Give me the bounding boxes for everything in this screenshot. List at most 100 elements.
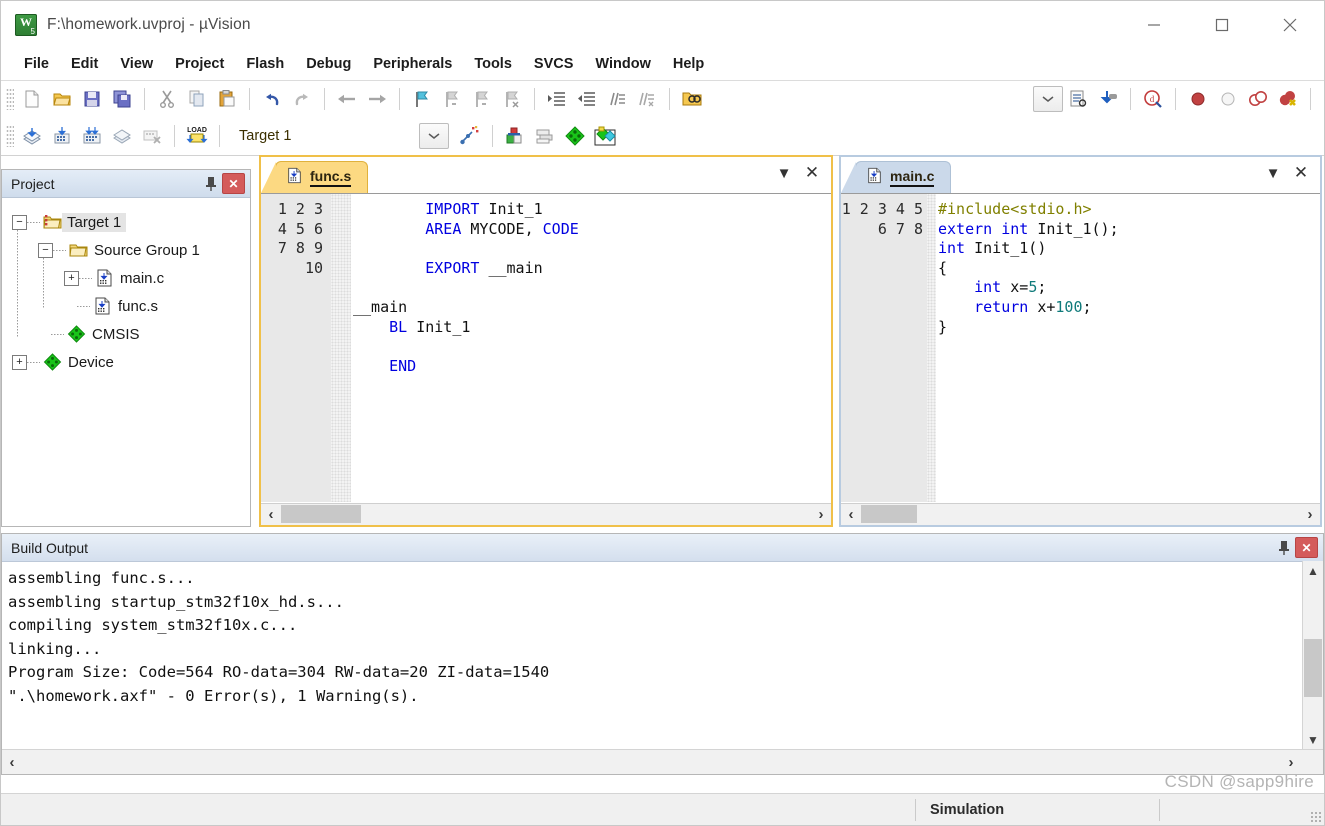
- tree-node-device[interactable]: + Device: [10, 348, 250, 376]
- scroll-down-arrow[interactable]: ▼: [1303, 730, 1323, 749]
- tab-main-c[interactable]: main.c: [840, 161, 952, 193]
- download-to-flash-icon[interactable]: LOAD: [182, 121, 212, 151]
- chevron-down-icon[interactable]: ▼: [1260, 161, 1286, 185]
- scroll-left-arrow[interactable]: ‹: [261, 504, 281, 525]
- scroll-thumb[interactable]: [861, 505, 917, 523]
- expander-plus[interactable]: +: [64, 270, 79, 286]
- scroll-left-arrow[interactable]: ‹: [841, 504, 861, 525]
- bookmark-prev-icon[interactable]: [437, 84, 467, 114]
- build-target-icon[interactable]: [47, 121, 77, 151]
- navigate-forward-icon[interactable]: [362, 84, 392, 114]
- close-button[interactable]: [1256, 1, 1324, 48]
- save-all-icon[interactable]: [107, 84, 137, 114]
- horizontal-scrollbar-func-s[interactable]: ‹ ›: [261, 503, 831, 525]
- bookmark-toggle-icon[interactable]: [407, 84, 437, 114]
- uncomment-icon[interactable]: [632, 84, 662, 114]
- scroll-right-arrow[interactable]: ›: [1300, 504, 1320, 525]
- paste-icon[interactable]: [212, 84, 242, 114]
- menu-peripherals[interactable]: Peripherals: [362, 52, 463, 76]
- comment-icon[interactable]: [602, 84, 632, 114]
- copy-icon[interactable]: [182, 84, 212, 114]
- batch-build-icon[interactable]: [107, 121, 137, 151]
- manage-multi-project-icon[interactable]: [530, 121, 560, 151]
- scroll-right-arrow[interactable]: ›: [1281, 752, 1301, 773]
- scroll-track[interactable]: [22, 752, 1281, 773]
- close-icon[interactable]: ✕: [1295, 537, 1318, 558]
- scroll-up-arrow[interactable]: ▲: [1303, 561, 1323, 580]
- build-output-horizontal-scrollbar[interactable]: ‹ ›: [2, 749, 1323, 774]
- find-in-files-icon[interactable]: [677, 84, 707, 114]
- scroll-track[interactable]: [281, 504, 811, 525]
- toolbar-grip[interactable]: [6, 125, 14, 147]
- bookmark-clear-icon[interactable]: [497, 84, 527, 114]
- expander-minus[interactable]: −: [12, 214, 27, 230]
- save-icon[interactable]: [77, 84, 107, 114]
- menu-project[interactable]: Project: [164, 52, 235, 76]
- bookmark-next-icon[interactable]: [467, 84, 497, 114]
- kill-all-breakpoints-icon[interactable]: [1243, 84, 1273, 114]
- tab-func-s[interactable]: func.s: [260, 161, 369, 193]
- navigate-back-icon[interactable]: [332, 84, 362, 114]
- rebuild-all-icon[interactable]: [77, 121, 107, 151]
- target-options-icon[interactable]: [455, 121, 485, 151]
- build-output-text[interactable]: assembling func.s... assembling startup_…: [2, 561, 1302, 749]
- scroll-right-arrow[interactable]: ›: [811, 504, 831, 525]
- pack-installer-icon[interactable]: [590, 121, 620, 151]
- menu-view[interactable]: View: [109, 52, 164, 76]
- open-file-icon[interactable]: [47, 84, 77, 114]
- debug-target-dropdown[interactable]: [1033, 86, 1063, 112]
- minimize-button[interactable]: [1120, 1, 1188, 48]
- tree-node-target-1[interactable]: − Target 1: [10, 208, 250, 236]
- menu-flash[interactable]: Flash: [235, 52, 295, 76]
- redo-icon[interactable]: [287, 84, 317, 114]
- scroll-left-arrow[interactable]: ‹: [2, 752, 22, 773]
- tree-node-main-c[interactable]: + main.c: [10, 264, 250, 292]
- translate-file-icon[interactable]: [17, 121, 47, 151]
- menu-window[interactable]: Window: [584, 52, 661, 76]
- menu-tools[interactable]: Tools: [463, 52, 523, 76]
- indent-icon[interactable]: [542, 84, 572, 114]
- tree-node-cmsis[interactable]: CMSIS: [10, 320, 250, 348]
- menu-edit[interactable]: Edit: [60, 52, 109, 76]
- scroll-thumb[interactable]: [281, 505, 361, 523]
- menu-svcs[interactable]: SVCS: [523, 52, 585, 76]
- toolbar-grip[interactable]: [6, 88, 14, 110]
- code-area-func-s[interactable]: 1 2 3 4 5 6 7 8 9 10 IMPORT Init_1 AREA …: [261, 194, 831, 502]
- stop-build-icon[interactable]: [137, 121, 167, 151]
- undo-icon[interactable]: [257, 84, 287, 114]
- chevron-down-icon[interactable]: ▼: [771, 161, 797, 185]
- maximize-button[interactable]: [1188, 1, 1256, 48]
- code-area-main-c[interactable]: 1 2 3 4 5 6 7 8 #include<stdio.h> extern…: [841, 194, 1320, 502]
- new-file-icon[interactable]: [17, 84, 47, 114]
- manage-runtime-env-icon[interactable]: [560, 121, 590, 151]
- start-debug-icon[interactable]: d: [1138, 84, 1168, 114]
- close-icon[interactable]: ✕: [1288, 161, 1314, 185]
- scroll-track[interactable]: [861, 504, 1300, 525]
- cut-icon[interactable]: [152, 84, 182, 114]
- build-output-vertical-scrollbar[interactable]: ▲ ▼: [1302, 561, 1323, 749]
- outdent-icon[interactable]: [572, 84, 602, 114]
- manage-project-items-icon[interactable]: [500, 121, 530, 151]
- close-icon[interactable]: ✕: [799, 161, 825, 185]
- tree-node-func-s[interactable]: func.s: [10, 292, 250, 320]
- pin-icon[interactable]: [200, 173, 222, 194]
- code-text-func-s[interactable]: IMPORT Init_1 AREA MYCODE, CODE EXPORT _…: [351, 194, 831, 502]
- target-selector[interactable]: Target 1: [235, 123, 449, 149]
- pin-icon[interactable]: [1273, 537, 1295, 558]
- menu-debug[interactable]: Debug: [295, 52, 362, 76]
- code-text-main-c[interactable]: #include<stdio.h> extern int Init_1(); i…: [936, 194, 1320, 502]
- expander-plus[interactable]: +: [12, 354, 27, 370]
- menu-file[interactable]: File: [13, 52, 60, 76]
- disable-all-breakpoints-icon[interactable]: [1273, 84, 1303, 114]
- debug-settings-icon[interactable]: [1063, 84, 1093, 114]
- horizontal-scrollbar-main-c[interactable]: ‹ ›: [841, 503, 1320, 525]
- menu-help[interactable]: Help: [662, 52, 715, 76]
- scroll-thumb[interactable]: [1304, 639, 1322, 697]
- disable-breakpoint-icon[interactable]: [1213, 84, 1243, 114]
- chevron-down-icon[interactable]: [419, 123, 449, 149]
- download-icon[interactable]: [1093, 84, 1123, 114]
- expander-minus[interactable]: −: [38, 242, 53, 258]
- insert-breakpoint-icon[interactable]: [1183, 84, 1213, 114]
- resize-grip[interactable]: [1310, 811, 1322, 823]
- tree-node-source-group-1[interactable]: − Source Group 1: [10, 236, 250, 264]
